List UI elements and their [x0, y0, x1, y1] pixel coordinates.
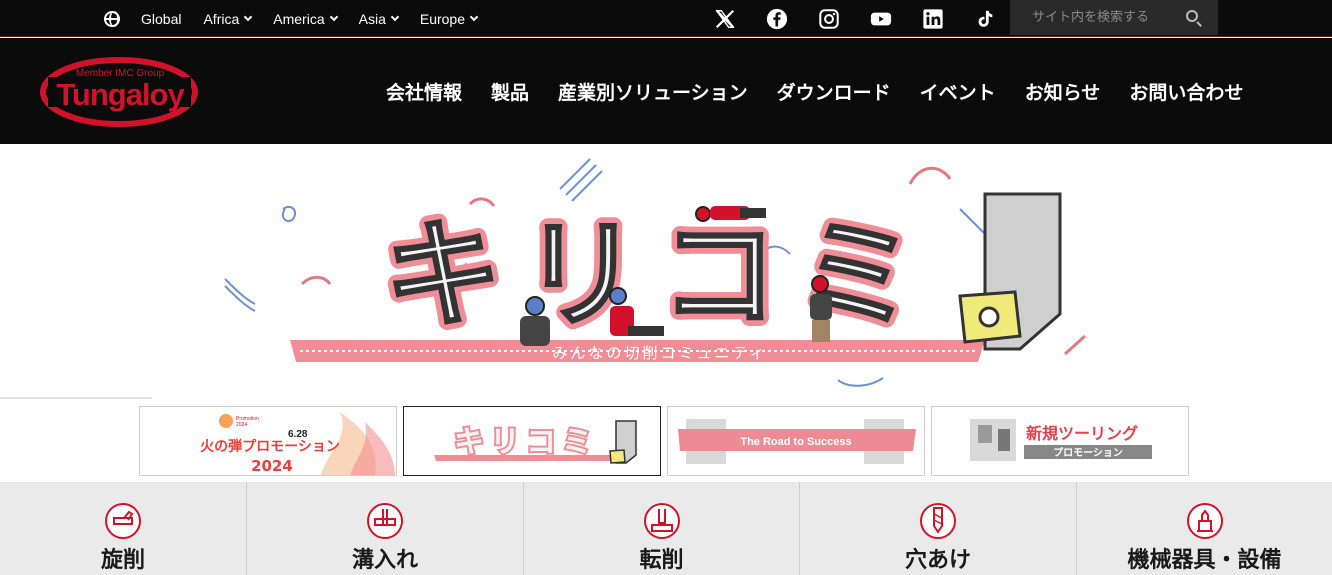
category-label: 機械器具・設備 — [1127, 548, 1282, 573]
nav-contact[interactable]: お問い合わせ — [1129, 78, 1243, 105]
svg-text:プロモーション: プロモーション — [1053, 446, 1123, 459]
youtube-icon[interactable] — [868, 6, 894, 32]
region-america[interactable]: America — [273, 11, 338, 27]
chevron-down-icon — [329, 12, 338, 21]
main-nav: 会社情報 製品 産業別ソリューション ダウンロード イベント お知らせ お問い合… — [386, 78, 1272, 105]
top-bar: Global Africa America Asia Europe — [0, 0, 1332, 37]
nav-events[interactable]: イベント — [920, 78, 996, 105]
nav-products[interactable]: 製品 — [491, 78, 529, 105]
tiktok-icon[interactable] — [972, 6, 998, 32]
svg-text:キリコミ: キリコミ — [384, 206, 936, 344]
category-turning[interactable]: 旋削 — [0, 482, 247, 575]
instagram-icon[interactable] — [816, 6, 842, 32]
thumbnail-hinotama-promotion[interactable]: Promotion 2024 6.28 火の弾プロモーション 2024 — [139, 406, 397, 476]
facebook-icon[interactable] — [764, 6, 790, 32]
nav-news[interactable]: お知らせ — [1025, 78, 1101, 105]
x-icon[interactable] — [712, 6, 738, 32]
product-categories: 旋削 溝入れ 転削 穴あけ 機械器具・設備 — [0, 482, 1332, 575]
thumbnail-kirikomi[interactable]: キリコミ — [403, 406, 661, 476]
site-search — [1010, 0, 1218, 35]
svg-text:キリコミ: キリコミ — [454, 425, 598, 460]
cutting-tool-illustration — [958, 192, 1062, 351]
region-global[interactable]: Global — [141, 11, 181, 27]
region-asia[interactable]: Asia — [359, 11, 400, 27]
machine-equipment-icon — [1186, 503, 1223, 539]
nav-industry-solutions[interactable]: 産業別ソリューション — [558, 78, 748, 105]
hero-banner[interactable]: みんなの切削コミュニティ キリコミ キリコミ — [0, 144, 1332, 398]
slider-progress-line — [0, 397, 152, 399]
category-machine-equipment[interactable]: 機械器具・設備 — [1077, 482, 1332, 575]
category-label: 転削 — [639, 548, 684, 573]
nav-company[interactable]: 会社情報 — [386, 78, 462, 105]
chevron-down-icon — [390, 12, 400, 21]
region-africa[interactable]: Africa — [203, 11, 253, 27]
svg-text:火の弾プロモーション: 火の弾プロモーション — [200, 438, 340, 455]
chevron-down-icon — [469, 12, 479, 21]
category-drilling[interactable]: 穴あけ — [800, 482, 1077, 575]
banner-thumbnails: Promotion 2024 6.28 火の弾プロモーション 2024 キリコミ… — [139, 406, 1189, 476]
milling-icon — [643, 503, 680, 539]
search-input[interactable] — [1010, 10, 1180, 25]
thumbnail-new-tooling-promotion[interactable]: 新規ツーリング プロモーション — [931, 406, 1189, 476]
region-europe[interactable]: Europe — [420, 11, 479, 27]
category-label: 旋削 — [100, 548, 145, 573]
svg-text:The Road to Success: The Road to Success — [740, 436, 851, 448]
site-header: Member IMC Group Tungaloy 会社情報 製品 産業別ソリュ… — [0, 38, 1332, 144]
chevron-down-icon — [244, 12, 253, 21]
social-links — [712, 6, 1024, 32]
linkedin-icon[interactable] — [920, 6, 946, 32]
category-milling[interactable]: 転削 — [524, 482, 800, 575]
search-icon[interactable] — [1186, 10, 1198, 22]
hero-subtitle: みんなの切削コミュニティ — [552, 344, 767, 362]
drilling-icon — [920, 503, 956, 539]
svg-text:2024: 2024 — [251, 457, 293, 475]
region-nav: Global Africa America Asia Europe — [104, 0, 499, 37]
grooving-icon — [367, 503, 403, 539]
svg-text:Tungaloy: Tungaloy — [56, 77, 185, 112]
nav-download[interactable]: ダウンロード — [777, 78, 891, 105]
category-label: 溝入れ — [351, 548, 418, 573]
globe-icon — [104, 10, 120, 27]
svg-text:2024: 2024 — [236, 422, 247, 428]
category-label: 穴あけ — [904, 548, 971, 573]
tungaloy-logo[interactable]: Member IMC Group Tungaloy — [40, 55, 199, 127]
category-grooving[interactable]: 溝入れ — [247, 482, 524, 575]
turning-icon — [105, 503, 141, 539]
svg-text:新規ツーリング: 新規ツーリング — [1026, 424, 1138, 443]
thumbnail-road-to-success[interactable]: The Road to Success — [667, 406, 925, 476]
